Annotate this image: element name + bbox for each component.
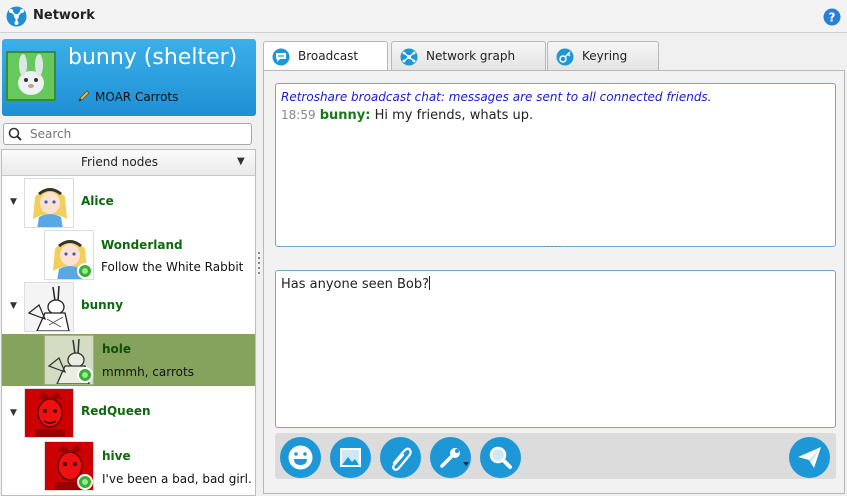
friend-status: mmmh, carrots — [102, 365, 194, 379]
image-icon — [340, 448, 361, 467]
emoticon-icon — [288, 445, 313, 470]
friend-name: Alice — [81, 194, 114, 208]
tab-label: Network graph — [426, 49, 516, 63]
svg-text:?: ? — [829, 11, 836, 25]
friend-list-header-label: Friend nodes — [81, 155, 158, 169]
profile-card: bunny (shelter) MOAR Carrots — [2, 39, 256, 116]
compose-text: Has anyone seen Bob? — [281, 277, 430, 292]
message-text: Hi my friends, whats up. — [374, 108, 534, 123]
profile-name: bunny (shelter) — [68, 45, 238, 70]
list-item-hole[interactable]: hole mmmh, carrots — [2, 334, 255, 386]
network-graph-icon — [400, 48, 418, 66]
chat-splitter[interactable]: ..... — [543, 240, 562, 250]
online-status-icon — [77, 474, 93, 490]
collapse-arrow-icon[interactable]: ▼ — [10, 197, 17, 207]
tab-label: Keyring — [582, 49, 628, 63]
edit-status-icon[interactable] — [77, 89, 91, 103]
list-item-wonderland[interactable]: Wonderland Follow the White Rabbit — [2, 229, 255, 281]
search-box[interactable] — [3, 123, 252, 145]
list-item-alice[interactable]: ▼ Alice — [2, 177, 255, 229]
list-item-hive[interactable]: hive I've been a bad, bad girl. — [2, 440, 255, 494]
friend-name: hole — [102, 342, 132, 356]
tools-icon — [440, 448, 469, 468]
tab-keyring[interactable]: Keyring — [547, 41, 659, 71]
redqueen-avatar — [24, 388, 74, 438]
online-status-icon — [77, 367, 93, 383]
compose-text-line[interactable]: Has anyone seen Bob? — [281, 276, 431, 292]
white-rabbit-avatar-icon — [25, 283, 73, 331]
insert-image-button[interactable] — [330, 437, 371, 478]
tab-broadcast[interactable]: Broadcast — [263, 41, 388, 72]
friend-list-header[interactable]: Friend nodes ▼ — [2, 150, 255, 176]
friend-name: bunny — [81, 298, 124, 312]
title-bar: Network ? — [0, 0, 847, 33]
red-queen-avatar-icon — [25, 389, 73, 437]
collapse-arrow-icon[interactable]: ▼ — [10, 301, 17, 311]
tab-network-graph[interactable]: Network graph — [391, 41, 546, 71]
chat-bubble-icon — [272, 48, 290, 66]
network-logo-icon — [6, 6, 27, 27]
broadcast-panel: Retroshare broadcast chat: messages are … — [263, 70, 845, 494]
emoticon-button[interactable] — [280, 437, 321, 478]
search-icon — [8, 127, 22, 141]
attach-icon — [392, 447, 412, 471]
list-item-bunny[interactable]: ▼ bunny — [2, 281, 255, 333]
search-icon — [489, 446, 512, 469]
alice-avatar-icon — [25, 179, 73, 227]
friend-name: hive — [102, 449, 131, 463]
left-panel: bunny (shelter) MOAR Carrots Friend node… — [0, 37, 258, 496]
window-title: Network — [33, 8, 95, 23]
text-cursor — [429, 276, 431, 290]
message-time: 18:59 — [281, 108, 316, 122]
friend-name: Wonderland — [101, 238, 183, 252]
tab-label: Broadcast — [298, 49, 359, 63]
key-icon — [556, 48, 574, 66]
avatar[interactable] — [6, 51, 56, 101]
send-button[interactable] — [789, 437, 830, 478]
bunny-avatar — [24, 282, 74, 332]
search-chat-button[interactable] — [480, 437, 521, 478]
chat-message: 18:59 bunny: Hi my friends, whats up. — [281, 108, 533, 123]
bunny-avatar-icon — [8, 53, 54, 99]
chat-history[interactable]: Retroshare broadcast chat: messages are … — [275, 83, 836, 247]
friend-name: RedQueen — [81, 404, 151, 418]
message-sender: bunny: — [319, 108, 371, 123]
help-icon[interactable]: ? — [823, 8, 841, 26]
search-input[interactable] — [30, 125, 245, 143]
online-status-icon — [77, 263, 93, 279]
attach-file-button[interactable] — [380, 437, 421, 478]
tools-button[interactable] — [430, 437, 471, 478]
list-item-redqueen[interactable]: ▼ RedQueen — [2, 386, 255, 440]
collapse-arrow-icon[interactable]: ▼ — [10, 408, 17, 418]
chat-toolbar — [275, 433, 836, 479]
alice-avatar — [24, 178, 74, 228]
broadcast-info: Retroshare broadcast chat: messages are … — [281, 90, 712, 104]
chevron-down-icon[interactable]: ▼ — [237, 156, 245, 167]
friend-status: I've been a bad, bad girl. — [102, 472, 252, 486]
profile-status[interactable]: MOAR Carrots — [95, 90, 178, 104]
friend-status: Follow the White Rabbit — [101, 260, 244, 274]
panel-splitter[interactable] — [258, 252, 261, 276]
send-icon — [798, 447, 821, 468]
friend-list: Friend nodes ▼ ▼ Alice Wonderland Follow… — [1, 149, 256, 496]
compose-box[interactable]: Has anyone seen Bob? — [275, 270, 836, 428]
